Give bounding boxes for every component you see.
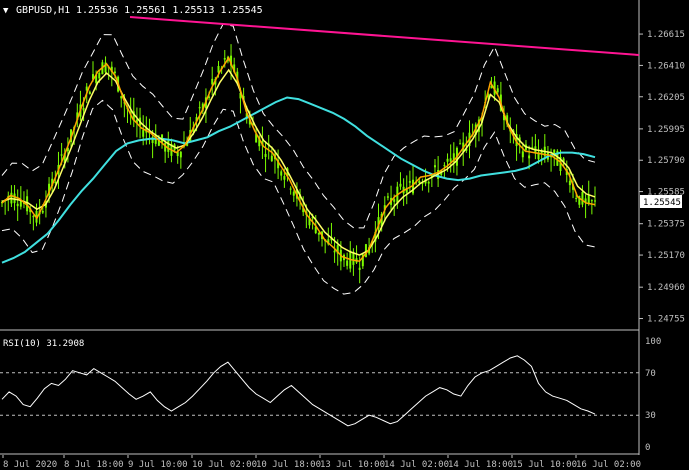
- candle-body: [449, 158, 452, 162]
- time-tick-label: 14 Jul 02:00: [384, 460, 449, 470]
- price-tick-label: 1.24960: [647, 283, 685, 293]
- candle-body: [433, 165, 436, 168]
- rsi-tick-label: 70: [645, 369, 656, 379]
- time-tick-label: 13 Jul 10:00: [320, 460, 385, 470]
- rsi-chart[interactable]: RSI(10) 31.2908 100 70 30 0: [0, 333, 689, 455]
- candle-body: [82, 107, 85, 111]
- candle-body: [142, 130, 145, 137]
- candle-body: [32, 216, 35, 218]
- price-chart[interactable]: ▼ GBPUSD,H1 1.25536 1.25561 1.25513 1.25…: [0, 0, 689, 333]
- candle-body: [16, 203, 19, 207]
- time-axis: 8 Jul 2020 8 Jul 18:00 9 Jul 10:00 10 Jul 0…: [2, 455, 641, 470]
- candle-body: [270, 155, 273, 162]
- candle-body: [568, 180, 571, 186]
- dropdown-arrow-icon[interactable]: ▼: [3, 6, 9, 16]
- candle-body: [113, 71, 116, 73]
- current-price-label: 1.25545: [643, 198, 681, 208]
- candle-body: [88, 91, 91, 95]
- candle-body: [496, 88, 499, 93]
- candle-body: [408, 181, 411, 183]
- candle-body: [528, 155, 531, 159]
- candle-body: [289, 188, 292, 190]
- candle-body: [346, 260, 349, 266]
- candle-body: [54, 181, 57, 183]
- candle-body: [264, 153, 267, 157]
- candle-body: [446, 158, 449, 162]
- candle-body: [590, 200, 593, 202]
- candle-body: [223, 58, 226, 60]
- price-tick-label: 1.26205: [647, 93, 685, 103]
- candle-body: [443, 165, 446, 167]
- rsi-tick-label: 100: [645, 337, 661, 347]
- candle-body: [60, 154, 63, 156]
- price-tick-label: 1.25170: [647, 251, 685, 261]
- candle-body: [587, 194, 590, 204]
- candle-body: [19, 200, 22, 207]
- ohlc-readout: 1.25536 1.25561 1.25513 1.25545: [76, 5, 263, 16]
- time-tick-label: 14 Jul 18:00: [448, 460, 513, 470]
- candle-body: [98, 73, 101, 79]
- time-tick-label: 16 Jul 02:00: [576, 460, 641, 470]
- time-tick-label: 9 Jul 10:00: [128, 460, 188, 470]
- candle-body: [198, 107, 201, 109]
- candle-body: [459, 143, 462, 145]
- candle-body: [283, 176, 286, 180]
- candle-body: [211, 78, 214, 85]
- candle-body: [386, 196, 389, 198]
- candle-body: [521, 151, 524, 158]
- price-tick-label: 1.24755: [647, 315, 685, 325]
- price-tick-label: 1.25790: [647, 156, 685, 166]
- candle-body: [427, 181, 430, 184]
- candle-body: [553, 149, 556, 154]
- candle-body: [280, 171, 283, 176]
- candle-body: [581, 191, 584, 205]
- price-tick-label: 1.25375: [647, 220, 685, 230]
- time-tick-label: 8 Jul 18:00: [64, 460, 124, 470]
- rsi-tick-label: 30: [645, 411, 656, 421]
- candle-body: [292, 191, 295, 196]
- time-tick-label: 15 Jul 10:00: [512, 460, 577, 470]
- candle-body: [418, 180, 421, 183]
- candle-body: [179, 151, 182, 158]
- candle-body: [399, 183, 402, 187]
- symbol-timeframe: GBPUSD,H1: [16, 5, 70, 16]
- candle-body: [333, 250, 336, 253]
- candle-body: [41, 210, 44, 213]
- rsi-title: RSI(10) 31.2908: [3, 339, 84, 349]
- time-tick-label: 10 Jul 02:00: [192, 460, 257, 470]
- candle-body: [358, 267, 361, 270]
- time-tick-label: 10 Jul 18:00: [256, 460, 321, 470]
- price-tick-label: 1.25995: [647, 125, 685, 135]
- candle-body: [575, 197, 578, 199]
- rsi-tick-label: 0: [645, 443, 650, 453]
- price-tick-label: 1.26410: [647, 61, 685, 71]
- candle-body: [393, 199, 396, 202]
- candle-body: [594, 200, 596, 202]
- price-tick-label: 1.26615: [647, 30, 685, 40]
- time-tick-label: 8 Jul 2020: [3, 460, 57, 470]
